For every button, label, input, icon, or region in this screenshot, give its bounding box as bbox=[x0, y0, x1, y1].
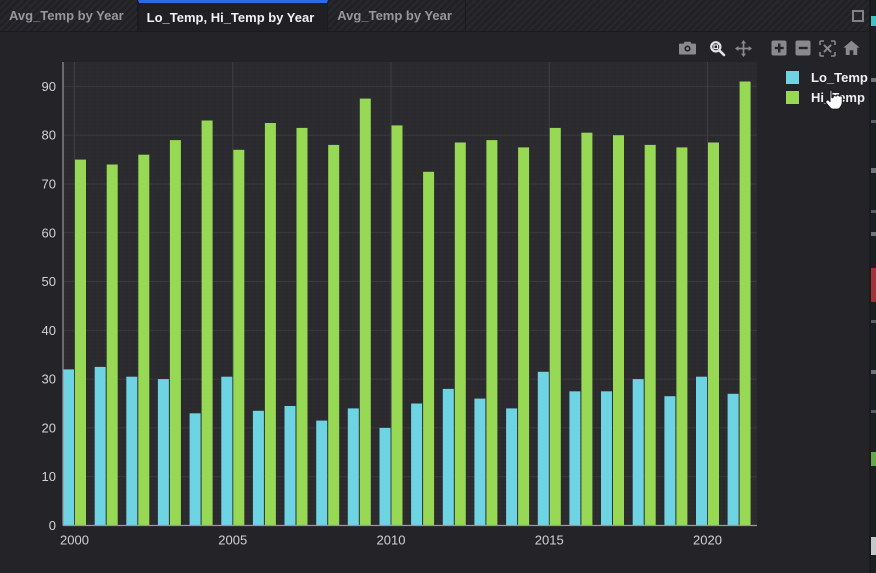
lo-temp-swatch bbox=[786, 71, 799, 84]
sliver-mark bbox=[871, 120, 876, 123]
grouped-bar-chart[interactable]: 0 10 20 30 40 50 60 70 80 90 2000 2005 2010 2015 2020 bbox=[0, 31, 869, 573]
x-tick-label: 2020 bbox=[693, 533, 722, 548]
sliver-mark bbox=[871, 168, 876, 173]
bar-Hi_Temp-2021[interactable] bbox=[740, 82, 751, 526]
bar-Hi_Temp-2008[interactable] bbox=[328, 145, 339, 526]
hi-temp-swatch bbox=[786, 91, 799, 104]
y-tick-label: 70 bbox=[42, 176, 56, 191]
bar-Hi_Temp-2007[interactable] bbox=[297, 128, 308, 526]
tab-bar: Avg_Temp by Year Lo_Temp, Hi_Temp by Yea… bbox=[0, 0, 871, 32]
sliver-mark bbox=[871, 210, 876, 213]
bar-Hi_Temp-2006[interactable] bbox=[265, 123, 276, 526]
bar-Lo_Temp-2018[interactable] bbox=[633, 379, 644, 525]
bar-Hi_Temp-2018[interactable] bbox=[645, 145, 656, 526]
sliver-mark bbox=[871, 537, 876, 555]
bar-Hi_Temp-2020[interactable] bbox=[708, 143, 719, 526]
bar-Lo_Temp-2020[interactable] bbox=[696, 377, 707, 526]
bar-Hi_Temp-2001[interactable] bbox=[107, 165, 118, 526]
bar-Hi_Temp-2013[interactable] bbox=[486, 140, 497, 525]
legend-label: Lo_Temp bbox=[811, 70, 868, 85]
bar-Lo_Temp-2008[interactable] bbox=[316, 421, 327, 526]
bar-Lo_Temp-2003[interactable] bbox=[158, 379, 169, 525]
sliver-mark bbox=[871, 320, 876, 323]
bar-Lo_Temp-2009[interactable] bbox=[348, 408, 359, 525]
bar-Lo_Temp-2015[interactable] bbox=[538, 372, 549, 526]
bar-Lo_Temp-2021[interactable] bbox=[728, 394, 739, 526]
y-tick-label: 30 bbox=[42, 372, 56, 387]
sliver-mark bbox=[871, 232, 876, 236]
legend-label: Hi_Temp bbox=[811, 90, 865, 105]
x-tick-label: 2015 bbox=[535, 533, 564, 548]
bar-Hi_Temp-2014[interactable] bbox=[518, 147, 529, 525]
sliver-mark bbox=[871, 370, 876, 374]
app-window: Avg_Temp by Year Lo_Temp, Hi_Temp by Yea… bbox=[0, 0, 876, 573]
bar-Hi_Temp-2005[interactable] bbox=[233, 150, 244, 526]
bar-Hi_Temp-2009[interactable] bbox=[360, 99, 371, 526]
bar-Hi_Temp-2015[interactable] bbox=[550, 128, 561, 526]
legend-item-hi-temp[interactable]: Hi_Temp bbox=[786, 87, 868, 107]
x-tick-label: 2000 bbox=[60, 533, 89, 548]
bar-Lo_Temp-2017[interactable] bbox=[601, 391, 612, 525]
sliver-mark bbox=[871, 268, 876, 302]
bar-Hi_Temp-2011[interactable] bbox=[423, 172, 434, 526]
y-tick-label: 20 bbox=[42, 420, 56, 435]
bar-Hi_Temp-2012[interactable] bbox=[455, 143, 466, 526]
bar-Lo_Temp-2000[interactable] bbox=[63, 369, 74, 525]
y-tick-label: 10 bbox=[42, 469, 56, 484]
y-tick-label: 0 bbox=[49, 518, 56, 533]
x-tick-label: 2010 bbox=[377, 533, 406, 548]
bar-Lo_Temp-2014[interactable] bbox=[506, 408, 517, 525]
bar-Lo_Temp-2013[interactable] bbox=[474, 399, 485, 526]
bar-Hi_Temp-2003[interactable] bbox=[170, 140, 181, 525]
bar-Hi_Temp-2019[interactable] bbox=[676, 147, 687, 525]
y-tick-label: 90 bbox=[42, 79, 56, 94]
bar-Lo_Temp-2011[interactable] bbox=[411, 404, 422, 526]
maximize-icon[interactable] bbox=[852, 10, 864, 22]
adjacent-window-sliver bbox=[871, 0, 876, 573]
legend-item-lo-temp[interactable]: Lo_Temp bbox=[786, 67, 868, 87]
bar-Lo_Temp-2019[interactable] bbox=[664, 396, 675, 525]
bar-Lo_Temp-2012[interactable] bbox=[443, 389, 454, 526]
bar-Lo_Temp-2004[interactable] bbox=[190, 413, 201, 525]
bar-Lo_Temp-2001[interactable] bbox=[95, 367, 106, 526]
tab-avg-temp-2[interactable]: Avg_Temp by Year bbox=[328, 0, 466, 31]
bar-Hi_Temp-2010[interactable] bbox=[392, 125, 403, 525]
y-tick-label: 60 bbox=[42, 225, 56, 240]
bar-Hi_Temp-2017[interactable] bbox=[613, 135, 624, 525]
y-tick-label: 40 bbox=[42, 323, 56, 338]
chart-plot-area[interactable]: 0 10 20 30 40 50 60 70 80 90 2000 2005 2010 2015 2020 bbox=[0, 31, 869, 573]
tab-lo-hi-temp[interactable]: Lo_Temp, Hi_Temp by Year bbox=[138, 0, 329, 31]
bar-Lo_Temp-2010[interactable] bbox=[380, 428, 391, 526]
bar-Lo_Temp-2006[interactable] bbox=[253, 411, 264, 526]
bar-Lo_Temp-2016[interactable] bbox=[569, 391, 580, 525]
bar-Hi_Temp-2002[interactable] bbox=[138, 155, 149, 526]
sliver-mark bbox=[871, 78, 876, 82]
tab-avg-temp-1[interactable]: Avg_Temp by Year bbox=[0, 0, 138, 31]
bar-Lo_Temp-2005[interactable] bbox=[221, 377, 232, 526]
x-tick-label: 2005 bbox=[218, 533, 247, 548]
sliver-mark bbox=[871, 452, 876, 466]
bar-Lo_Temp-2002[interactable] bbox=[126, 377, 137, 526]
sliver-mark bbox=[871, 410, 876, 413]
chart-legend: Lo_Temp Hi_Temp bbox=[786, 67, 868, 107]
sliver-mark bbox=[871, 16, 876, 26]
bar-Hi_Temp-2000[interactable] bbox=[75, 160, 86, 526]
y-tick-label: 80 bbox=[42, 128, 56, 143]
bar-Lo_Temp-2007[interactable] bbox=[285, 406, 296, 526]
y-tick-label: 50 bbox=[42, 274, 56, 289]
bar-Hi_Temp-2016[interactable] bbox=[581, 133, 592, 526]
bar-Hi_Temp-2004[interactable] bbox=[202, 121, 213, 526]
